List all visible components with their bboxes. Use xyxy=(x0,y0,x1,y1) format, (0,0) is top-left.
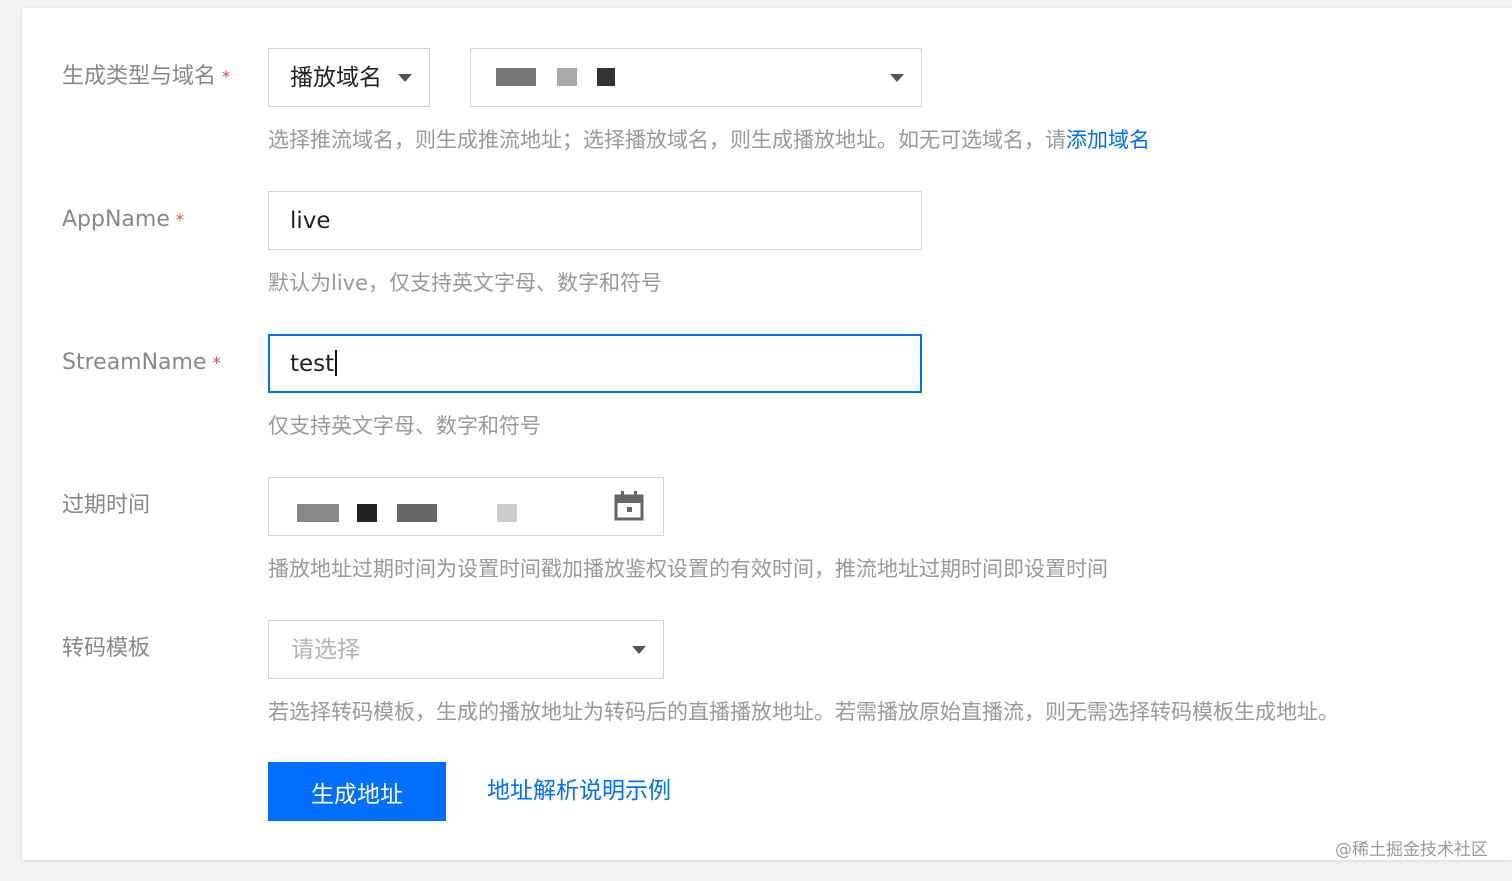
appname-help: 默认为live，仅支持英文字母、数字和符号 xyxy=(268,271,663,295)
streamname-value-wrap: test xyxy=(290,349,338,379)
transcode-help: 若选择转码模板，生成的播放地址为转码后的直播播放地址。若需播放原始直播流，则无需… xyxy=(268,700,1339,724)
chevron-down-icon xyxy=(398,74,412,82)
streamname-value: test xyxy=(290,351,335,377)
appname-input[interactable]: live xyxy=(268,191,922,250)
streamname-label: StreamName * xyxy=(62,349,221,377)
type-select-value: 播放域名 xyxy=(290,65,382,91)
redacted-block xyxy=(357,504,377,522)
expire-time-help: 播放地址过期时间为设置时间戳加播放鉴权设置的有效时间，推流地址过期时间即设置时间 xyxy=(268,557,1108,581)
generate-address-button[interactable]: 生成地址 xyxy=(268,762,446,821)
required-mark: * xyxy=(212,353,221,372)
domain-label-text: 生成类型与域名 xyxy=(62,64,217,89)
domain-help-text: 选择推流域名，则生成推流地址；选择播放域名，则生成播放地址。如无可选域名，请 xyxy=(268,128,1066,152)
required-mark: * xyxy=(222,67,231,86)
text-cursor xyxy=(335,350,338,376)
required-mark: * xyxy=(175,210,184,229)
appname-value: live xyxy=(290,208,331,234)
chevron-down-icon xyxy=(632,646,646,654)
streamname-label-text: StreamName xyxy=(62,350,207,375)
domain-help: 选择推流域名，则生成推流地址；选择播放域名，则生成播放地址。如无可选域名，请添加… xyxy=(268,126,1150,154)
add-domain-link[interactable]: 添加域名 xyxy=(1066,128,1150,152)
type-select[interactable]: 播放域名 xyxy=(268,48,430,107)
appname-label-text: AppName xyxy=(62,207,170,232)
domain-select[interactable] xyxy=(470,48,922,107)
redacted-block xyxy=(557,68,577,86)
example-link[interactable]: 地址解析说明示例 xyxy=(487,776,671,806)
appname-label: AppName * xyxy=(62,206,184,234)
domain-label: 生成类型与域名 * xyxy=(62,63,230,91)
transcode-select[interactable]: 请选择 xyxy=(268,620,664,679)
expire-time-picker[interactable] xyxy=(268,477,664,536)
redacted-block xyxy=(497,504,517,522)
redacted-block xyxy=(397,504,437,522)
calendar-icon[interactable] xyxy=(614,491,644,521)
redacted-block xyxy=(297,504,339,522)
transcode-placeholder: 请选择 xyxy=(291,637,360,663)
expire-time-label: 过期时间 xyxy=(62,493,151,518)
streamname-help: 仅支持英文字母、数字和符号 xyxy=(268,414,541,438)
redacted-block xyxy=(496,68,536,86)
transcode-label: 转码模板 xyxy=(62,636,151,661)
streamname-input[interactable]: test xyxy=(268,334,922,393)
chevron-down-icon xyxy=(890,74,904,82)
watermark: @稀土掘金技术社区 xyxy=(1335,840,1488,860)
redacted-block xyxy=(597,68,615,86)
